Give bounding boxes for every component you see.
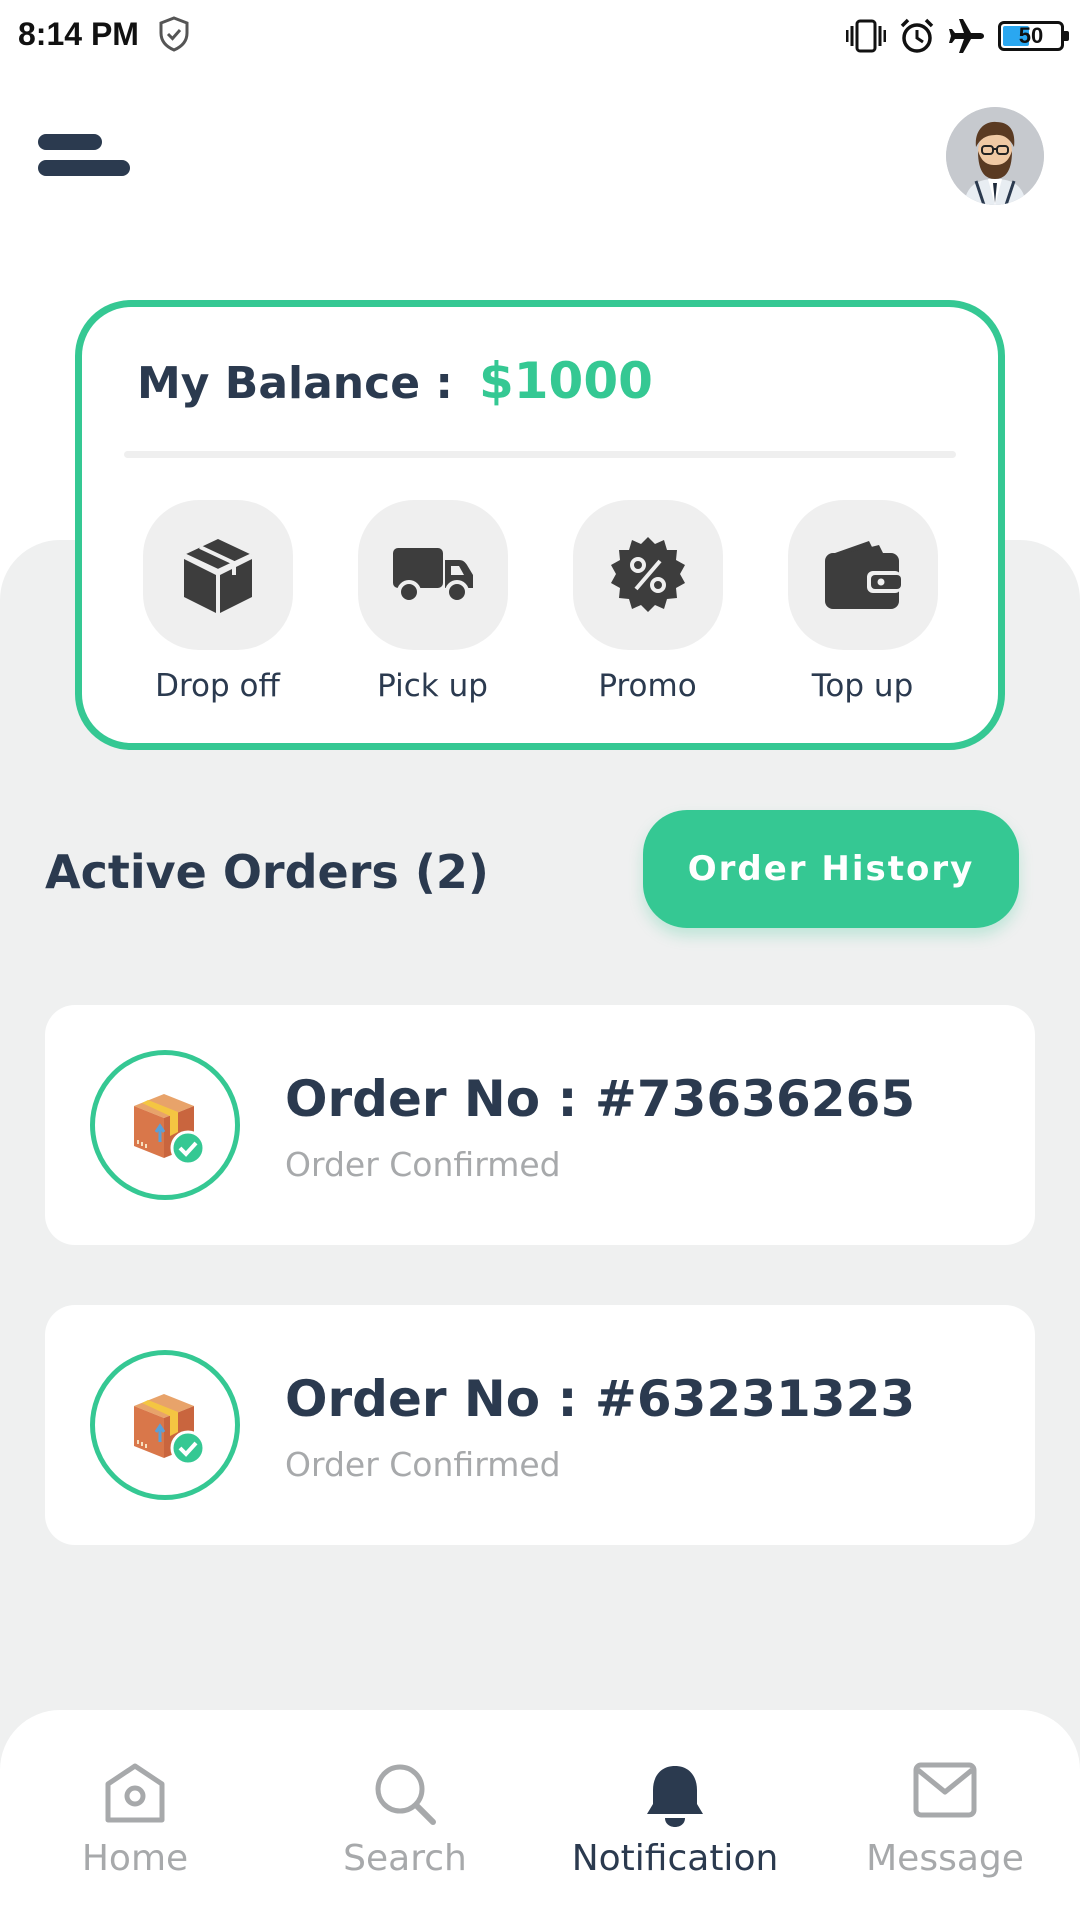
order-number: Order No : #63231323	[285, 1370, 916, 1428]
action-label: Promo	[598, 668, 697, 704]
action-label: Drop off	[155, 668, 280, 704]
box-icon	[182, 539, 253, 613]
status-icons: 50	[846, 14, 1069, 58]
menu-icon	[38, 134, 102, 150]
battery-icon: 50	[998, 21, 1069, 51]
nav-label: Message	[866, 1838, 1024, 1879]
shield-check-icon	[159, 16, 189, 52]
top-up-button[interactable]: Top up	[763, 500, 963, 704]
bottom-navigation: Home Search Notification Message	[0, 1710, 1080, 1920]
mail-icon	[913, 1762, 977, 1818]
status-bar: 8:14 PM 50	[0, 0, 1080, 72]
package-confirmed-icon	[134, 1394, 206, 1466]
balance-row: My Balance : $1000	[137, 352, 653, 410]
order-card[interactable]: Order No : #73636265 Order Confirmed	[45, 1005, 1035, 1245]
menu-button[interactable]	[38, 130, 130, 182]
pick-up-button[interactable]: Pick up	[333, 500, 533, 704]
home-icon	[105, 1763, 165, 1823]
quick-actions: Drop off Pick up Promo Top up	[82, 500, 998, 704]
action-tile	[357, 500, 508, 650]
action-tile	[572, 500, 723, 650]
promo-button[interactable]: Promo	[548, 500, 748, 704]
order-status: Order Confirmed	[285, 1445, 561, 1484]
balance-card: My Balance : $1000 Drop off Pick up Prom…	[75, 300, 1005, 750]
vibrate-icon	[846, 19, 886, 53]
wallet-icon	[824, 541, 901, 609]
status-time: 8:14 PM	[18, 16, 139, 52]
percent-badge-icon	[610, 537, 685, 612]
active-orders-title: Active Orders (2)	[45, 845, 489, 899]
order-status: Order Confirmed	[285, 1145, 561, 1184]
search-icon	[375, 1764, 436, 1825]
order-history-button[interactable]: Order History	[643, 810, 1019, 928]
airplane-icon	[949, 19, 984, 53]
truck-icon	[392, 548, 473, 604]
order-number: Order No : #73636265	[285, 1070, 916, 1128]
divider	[124, 451, 956, 458]
battery-level: 50	[1018, 23, 1044, 48]
nav-label: Notification	[571, 1838, 779, 1879]
nav-item-search[interactable]: Search	[270, 1710, 540, 1920]
nav-item-home[interactable]: Home	[0, 1710, 270, 1920]
package-confirmed-icon	[134, 1094, 206, 1166]
action-label: Top up	[811, 668, 914, 704]
order-icon-ring	[90, 1050, 240, 1200]
balance-label: My Balance :	[137, 358, 453, 409]
avatar[interactable]	[946, 107, 1044, 205]
nav-label: Home	[81, 1838, 189, 1879]
user-avatar-icon	[946, 107, 1044, 205]
nav-item-message[interactable]: Message	[810, 1710, 1080, 1920]
drop-off-button[interactable]: Drop off	[118, 500, 318, 704]
bell-icon	[647, 1766, 703, 1827]
order-card[interactable]: Order No : #63231323 Order Confirmed	[45, 1305, 1035, 1545]
order-icon-ring	[90, 1350, 240, 1500]
action-label: Pick up	[377, 668, 488, 704]
action-tile	[787, 500, 938, 650]
action-tile	[142, 500, 293, 650]
nav-item-notification[interactable]: Notification	[540, 1710, 810, 1920]
alarm-icon	[900, 18, 934, 53]
nav-label: Search	[343, 1838, 467, 1879]
balance-amount: $1000	[478, 352, 653, 410]
